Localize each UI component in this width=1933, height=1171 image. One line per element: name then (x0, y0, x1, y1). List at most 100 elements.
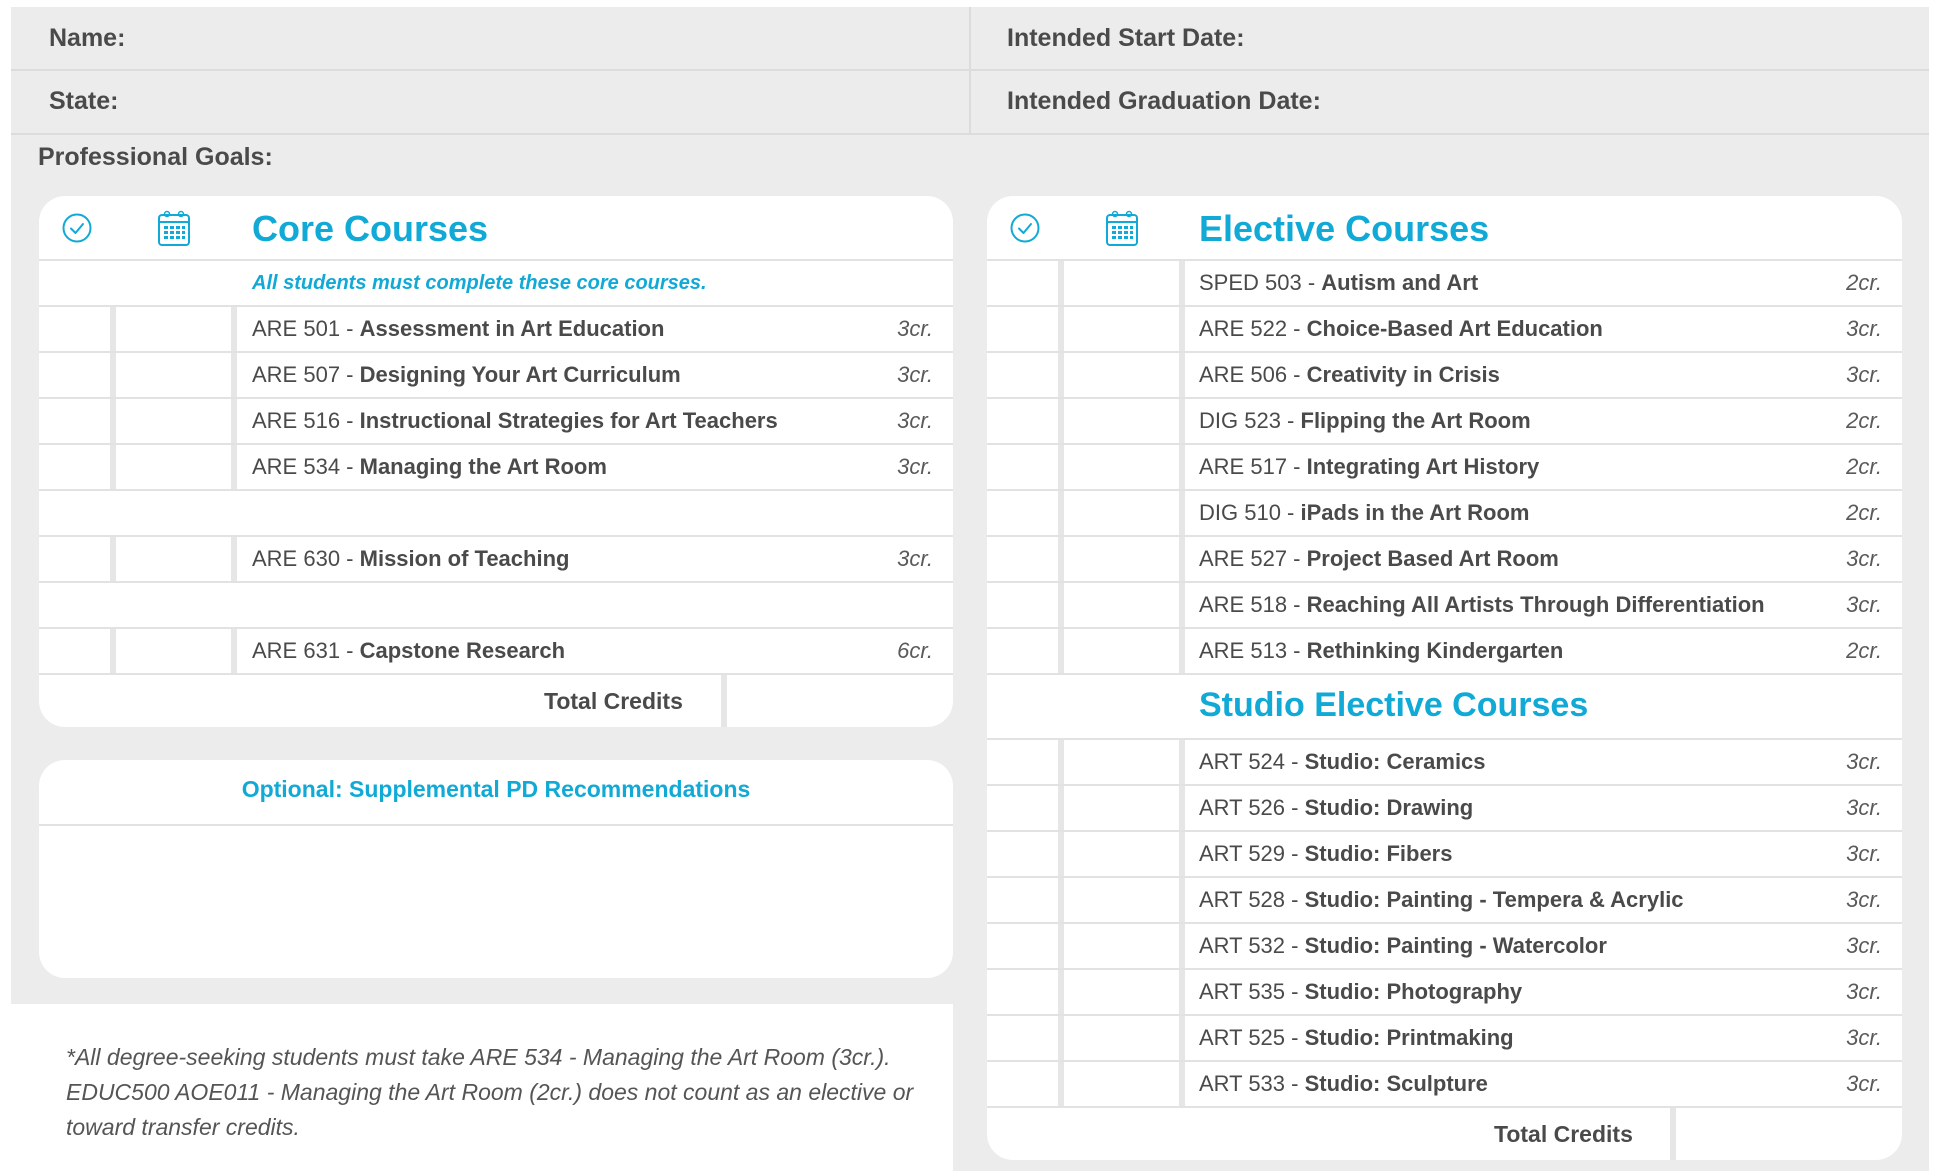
course-credits: 3cr. (1846, 1071, 1882, 1096)
elective-courses-card: Elective Courses SPED 503 - Autism and A… (987, 196, 1902, 1160)
term-cell[interactable] (1064, 629, 1185, 673)
term-cell[interactable] (1064, 445, 1185, 489)
course-credits: 3cr. (897, 362, 933, 387)
course-code: ARE 631 (252, 638, 341, 663)
completed-checkbox[interactable] (39, 307, 116, 351)
term-cell[interactable] (1064, 740, 1185, 784)
course-name: Designing Your Art Curriculum (359, 362, 681, 387)
course-credits: 2cr. (1846, 454, 1882, 479)
course-credits: 3cr. (1846, 979, 1882, 1004)
table-row: ARE 501 - Assessment in Art Education 3c… (39, 307, 953, 353)
course-credits: 3cr. (897, 408, 933, 433)
term-cell[interactable] (116, 399, 237, 443)
course-code: ARE 507 (252, 362, 341, 387)
course-credits: 3cr. (1846, 841, 1882, 866)
check-circle-icon (1010, 213, 1040, 243)
course-name: Capstone Research (359, 638, 566, 663)
elective-total-row: Total Credits (987, 1108, 1902, 1160)
completed-checkbox[interactable] (987, 786, 1064, 830)
course-name: Instructional Strategies for Art Teacher… (359, 408, 778, 433)
term-cell[interactable] (1064, 491, 1185, 535)
course-name: iPads in the Art Room (1300, 500, 1530, 525)
term-cell[interactable] (1064, 1062, 1185, 1106)
table-row: ART 533 - Studio: Sculpture 3cr. (987, 1062, 1902, 1108)
completed-checkbox[interactable] (987, 832, 1064, 876)
completed-checkbox[interactable] (39, 537, 116, 581)
optional-pd-card: Optional: Supplemental PD Recommendation… (39, 760, 953, 978)
term-cell[interactable] (116, 353, 237, 397)
completed-checkbox[interactable] (39, 399, 116, 443)
term-cell[interactable] (116, 307, 237, 351)
completed-checkbox[interactable] (39, 445, 116, 489)
course-code: SPED 503 (1199, 270, 1302, 295)
completed-checkbox[interactable] (987, 1016, 1064, 1060)
completed-checkbox[interactable] (39, 629, 116, 673)
term-cell[interactable] (1064, 1016, 1185, 1060)
completed-checkbox[interactable] (987, 353, 1064, 397)
table-row: ART 524 - Studio: Ceramics 3cr. (987, 740, 1902, 786)
completed-checkbox[interactable] (987, 629, 1064, 673)
course-code: ARE 630 (252, 546, 341, 571)
total-credits-field[interactable] (1670, 1108, 1676, 1160)
term-cell[interactable] (1064, 832, 1185, 876)
term-cell[interactable] (116, 537, 237, 581)
calendar-icon (1106, 210, 1138, 246)
completed-checkbox[interactable] (987, 399, 1064, 443)
course-name: Project Based Art Room (1306, 546, 1559, 571)
completed-checkbox[interactable] (987, 261, 1064, 305)
total-credits-field[interactable] (721, 675, 727, 727)
course-code: DIG 510 (1199, 500, 1281, 525)
term-cell[interactable] (1064, 970, 1185, 1014)
graduation-date-label: Intended Graduation Date: (1007, 87, 1321, 115)
term-cell[interactable] (1064, 537, 1185, 581)
course-name: Mission of Teaching (359, 546, 570, 571)
course-credits: 3cr. (1846, 546, 1882, 571)
completed-checkbox[interactable] (987, 583, 1064, 627)
course-code: ART 532 (1199, 933, 1286, 958)
course-name: Managing the Art Room (359, 454, 607, 479)
term-cell[interactable] (1064, 353, 1185, 397)
completed-checkbox[interactable] (987, 970, 1064, 1014)
table-row: ARE 506 - Creativity in Crisis 3cr. (987, 353, 1902, 399)
term-cell[interactable] (1064, 786, 1185, 830)
completed-checkbox[interactable] (987, 740, 1064, 784)
term-cell[interactable] (116, 445, 237, 489)
term-cell[interactable] (1064, 878, 1185, 922)
course-code: ART 533 (1199, 1071, 1286, 1096)
completed-checkbox[interactable] (987, 537, 1064, 581)
core-total-row: Total Credits (39, 675, 953, 727)
course-credits: 3cr. (1846, 795, 1882, 820)
completed-checkbox[interactable] (39, 353, 116, 397)
table-row: ARE 631 - Capstone Research 6cr. (39, 629, 953, 675)
course-credits: 3cr. (1846, 316, 1882, 341)
completed-checkbox[interactable] (987, 924, 1064, 968)
completed-checkbox[interactable] (987, 307, 1064, 351)
course-code: ART 526 (1199, 795, 1286, 820)
completed-checkbox[interactable] (987, 878, 1064, 922)
course-credits: 3cr. (1846, 592, 1882, 617)
term-cell[interactable] (116, 629, 237, 673)
course-code: ARE 501 (252, 316, 341, 341)
course-name: Studio: Painting - Tempera & Acrylic (1304, 887, 1684, 912)
completed-checkbox[interactable] (987, 445, 1064, 489)
state-label: State: (49, 87, 119, 115)
table-row: DIG 510 - iPads in the Art Room 2cr. (987, 491, 1902, 537)
term-cell[interactable] (1064, 583, 1185, 627)
term-cell[interactable] (1064, 307, 1185, 351)
completed-checkbox[interactable] (987, 491, 1064, 535)
table-row: ART 526 - Studio: Drawing 3cr. (987, 786, 1902, 832)
table-row: ART 525 - Studio: Printmaking 3cr. (987, 1016, 1902, 1062)
course-code: ART 525 (1199, 1025, 1286, 1050)
course-credits: 6cr. (897, 638, 933, 663)
term-cell[interactable] (1064, 924, 1185, 968)
table-row: ARE 517 - Integrating Art History 2cr. (987, 445, 1902, 491)
table-row: DIG 523 - Flipping the Art Room 2cr. (987, 399, 1902, 445)
term-cell[interactable] (1064, 261, 1185, 305)
term-cell[interactable] (1064, 399, 1185, 443)
course-credits: 3cr. (1846, 887, 1882, 912)
table-row: ART 529 - Studio: Fibers 3cr. (987, 832, 1902, 878)
course-code: ART 535 (1199, 979, 1286, 1004)
completed-checkbox[interactable] (987, 1062, 1064, 1106)
table-row: ART 535 - Studio: Photography 3cr. (987, 970, 1902, 1016)
header-divider (969, 7, 971, 69)
